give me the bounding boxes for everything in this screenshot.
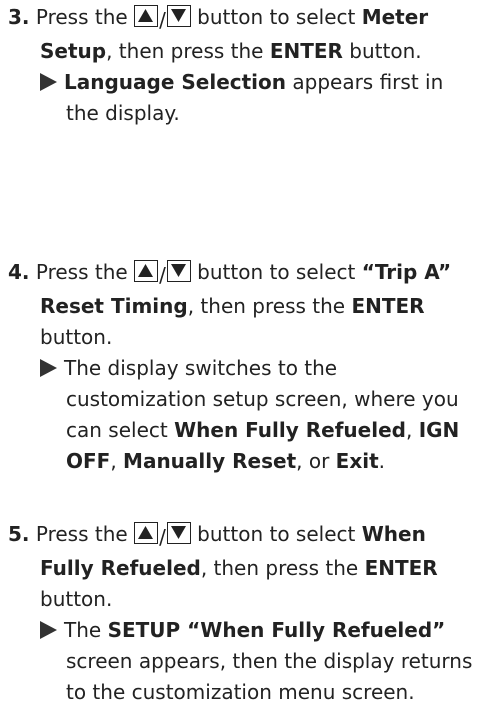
up-arrow-icon <box>134 522 159 544</box>
result-arrow-icon <box>40 621 57 639</box>
down-arrow-icon <box>166 522 191 544</box>
enter-key-label: ENTER <box>351 294 425 318</box>
result-arrow-icon <box>40 73 57 91</box>
step-instruction: 3. Press the / button to select Meter Se… <box>8 5 429 63</box>
step-number: 3. <box>8 5 30 29</box>
result-arrow-icon <box>40 359 57 377</box>
step-4: 4. Press the / button to select “Trip A”… <box>0 257 480 477</box>
enter-key-label: ENTER <box>269 39 343 63</box>
up-down-keys: / <box>134 260 191 291</box>
up-arrow-icon <box>134 260 159 282</box>
step-result: The SETUP “When Fully Refueled” screen a… <box>0 615 480 708</box>
down-arrow-icon <box>166 260 191 282</box>
step-number: 4. <box>8 260 30 284</box>
up-down-keys: / <box>134 5 191 36</box>
step-result: Language Selection appears first in the … <box>0 67 480 129</box>
up-arrow-icon <box>134 5 159 27</box>
step-instruction: 5. Press the / button to select When Ful… <box>8 522 438 611</box>
step-number: 5. <box>8 522 30 546</box>
up-down-keys: / <box>134 522 191 553</box>
step-result: The display switches to the customizatio… <box>0 353 480 477</box>
enter-key-label: ENTER <box>364 556 438 580</box>
down-arrow-icon <box>166 5 191 27</box>
step-instruction: 4. Press the / button to select “Trip A”… <box>8 260 452 349</box>
step-5: 5. Press the / button to select When Ful… <box>0 519 480 708</box>
step-3: 3. Press the / button to select Meter Se… <box>0 2 480 129</box>
